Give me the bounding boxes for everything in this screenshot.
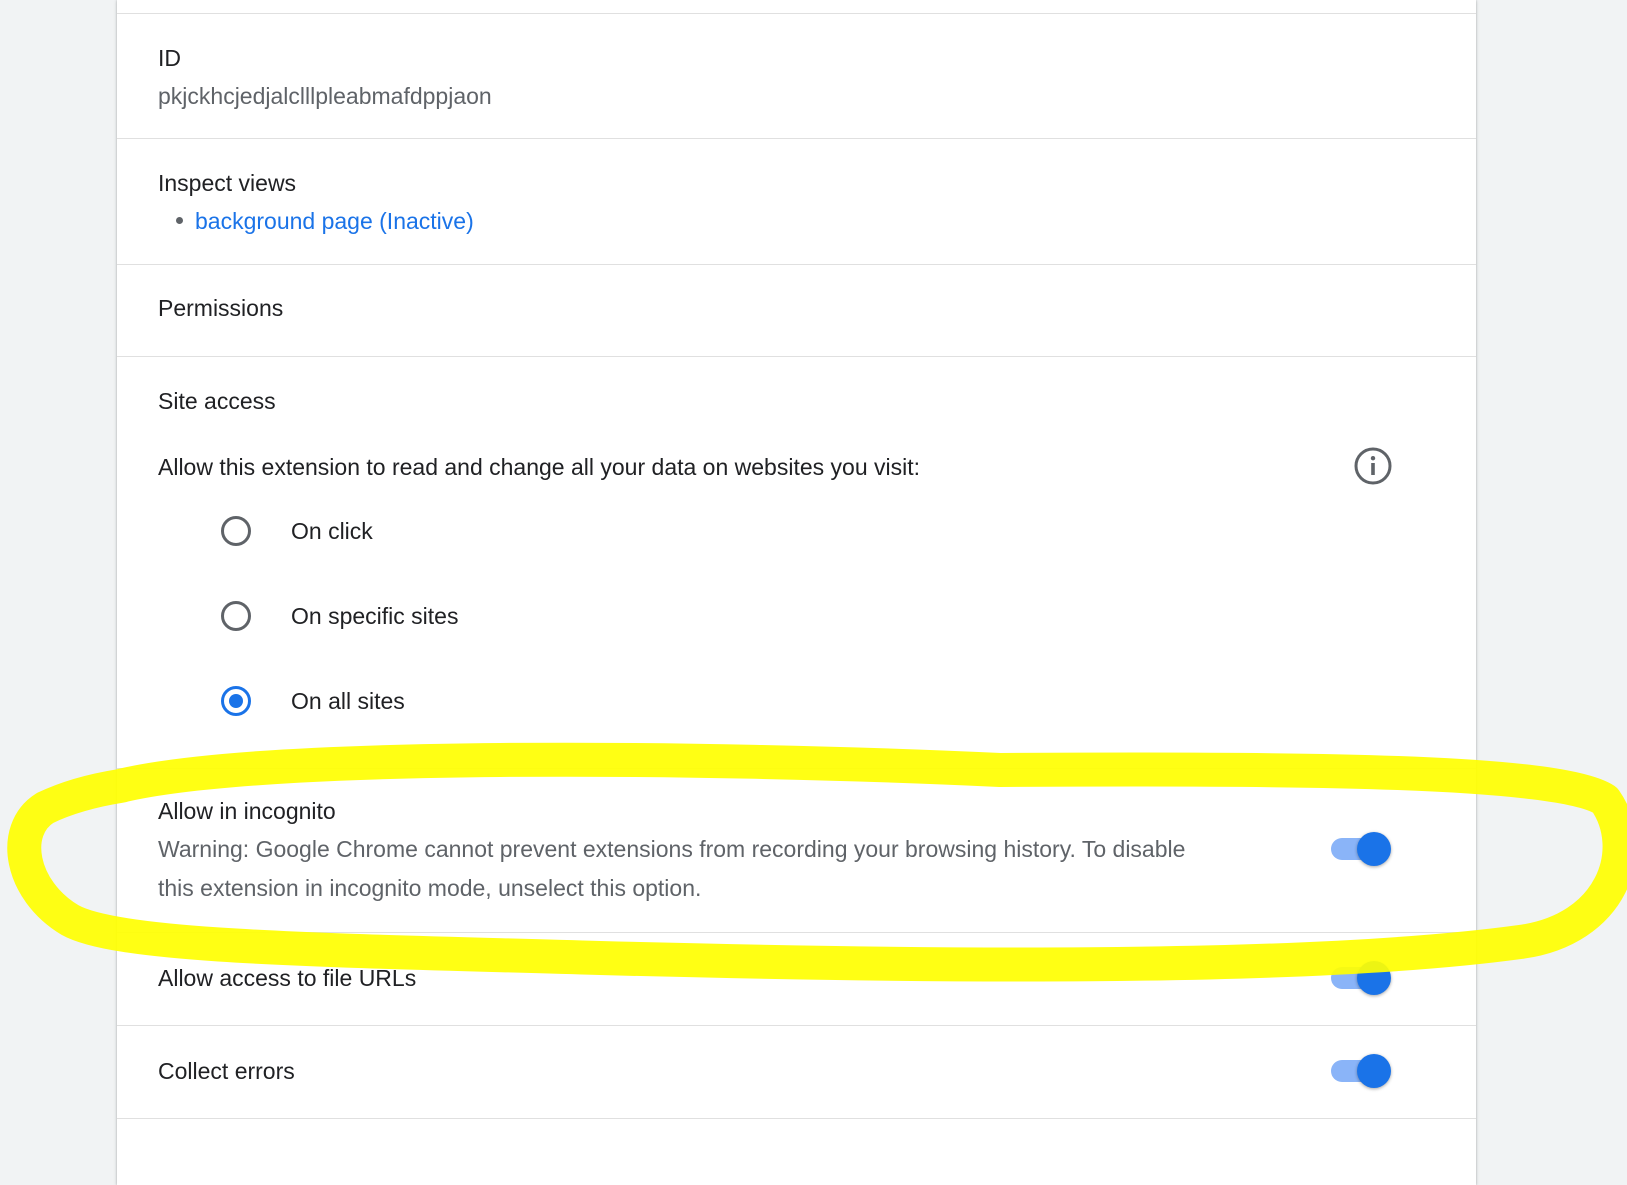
site-access-title: Site access	[158, 388, 276, 414]
incognito-toggle[interactable]	[1331, 831, 1391, 867]
radio-option-on-click[interactable]: On click	[221, 514, 1121, 550]
toggle-knob	[1357, 832, 1391, 866]
radio-button-on-specific-sites[interactable]	[221, 601, 251, 631]
details-card: ID pkjckhcjedjalclllpleabmafdppjaon Insp…	[117, 0, 1476, 1185]
inspect-views-list-item: background page (Inactive)	[195, 207, 474, 235]
radio-button-on-click[interactable]	[221, 516, 251, 546]
incognito-warning-line2: this extension in incognito mode, unsele…	[158, 875, 702, 901]
incognito-label: Allow in incognito	[158, 798, 336, 824]
site-access-description: Allow this extension to read and change …	[158, 454, 920, 480]
radio-option-on-all-sites[interactable]: On all sites	[221, 684, 1121, 720]
file-urls-row: Allow access to file URLs	[117, 933, 1476, 1026]
radio-button-on-all-sites[interactable]	[221, 686, 251, 716]
radio-label-on-all-sites: On all sites	[291, 688, 405, 714]
toggle-knob	[1357, 961, 1391, 995]
file-urls-label: Allow access to file URLs	[158, 965, 417, 991]
toggle-knob	[1357, 1054, 1391, 1088]
background-page-link[interactable]: background page (Inactive)	[195, 208, 474, 234]
site-access-row: Site access Allow this extension to read…	[117, 357, 1476, 769]
info-icon[interactable]	[1353, 446, 1393, 486]
list-bullet	[176, 217, 183, 224]
incognito-warning-line1: Warning: Google Chrome cannot prevent ex…	[158, 836, 1186, 862]
id-label: ID	[158, 45, 181, 71]
permissions-label: Permissions	[158, 295, 284, 321]
incognito-row: Allow in incognito Warning: Google Chrom…	[117, 769, 1476, 933]
radio-label-on-click: On click	[291, 518, 373, 544]
permissions-row: Permissions	[117, 265, 1476, 357]
id-value: pkjckhcjedjalclllpleabmafdppjaon	[158, 83, 492, 109]
inspect-views-label: Inspect views	[158, 170, 297, 196]
collect-errors-label: Collect errors	[158, 1058, 295, 1084]
file-urls-toggle[interactable]	[1331, 960, 1391, 996]
collect-errors-row: Collect errors	[117, 1026, 1476, 1119]
radio-label-on-specific-sites: On specific sites	[291, 603, 459, 629]
collect-errors-toggle[interactable]	[1331, 1053, 1391, 1089]
inspect-views-row: Inspect views background page (Inactive)	[117, 139, 1476, 265]
radio-option-on-specific-sites[interactable]: On specific sites	[221, 599, 1121, 635]
top-divider-row	[117, 0, 1476, 14]
id-row: ID pkjckhcjedjalclllpleabmafdppjaon	[117, 14, 1476, 139]
extension-details-page: ID pkjckhcjedjalclllpleabmafdppjaon Insp…	[0, 0, 1627, 1185]
